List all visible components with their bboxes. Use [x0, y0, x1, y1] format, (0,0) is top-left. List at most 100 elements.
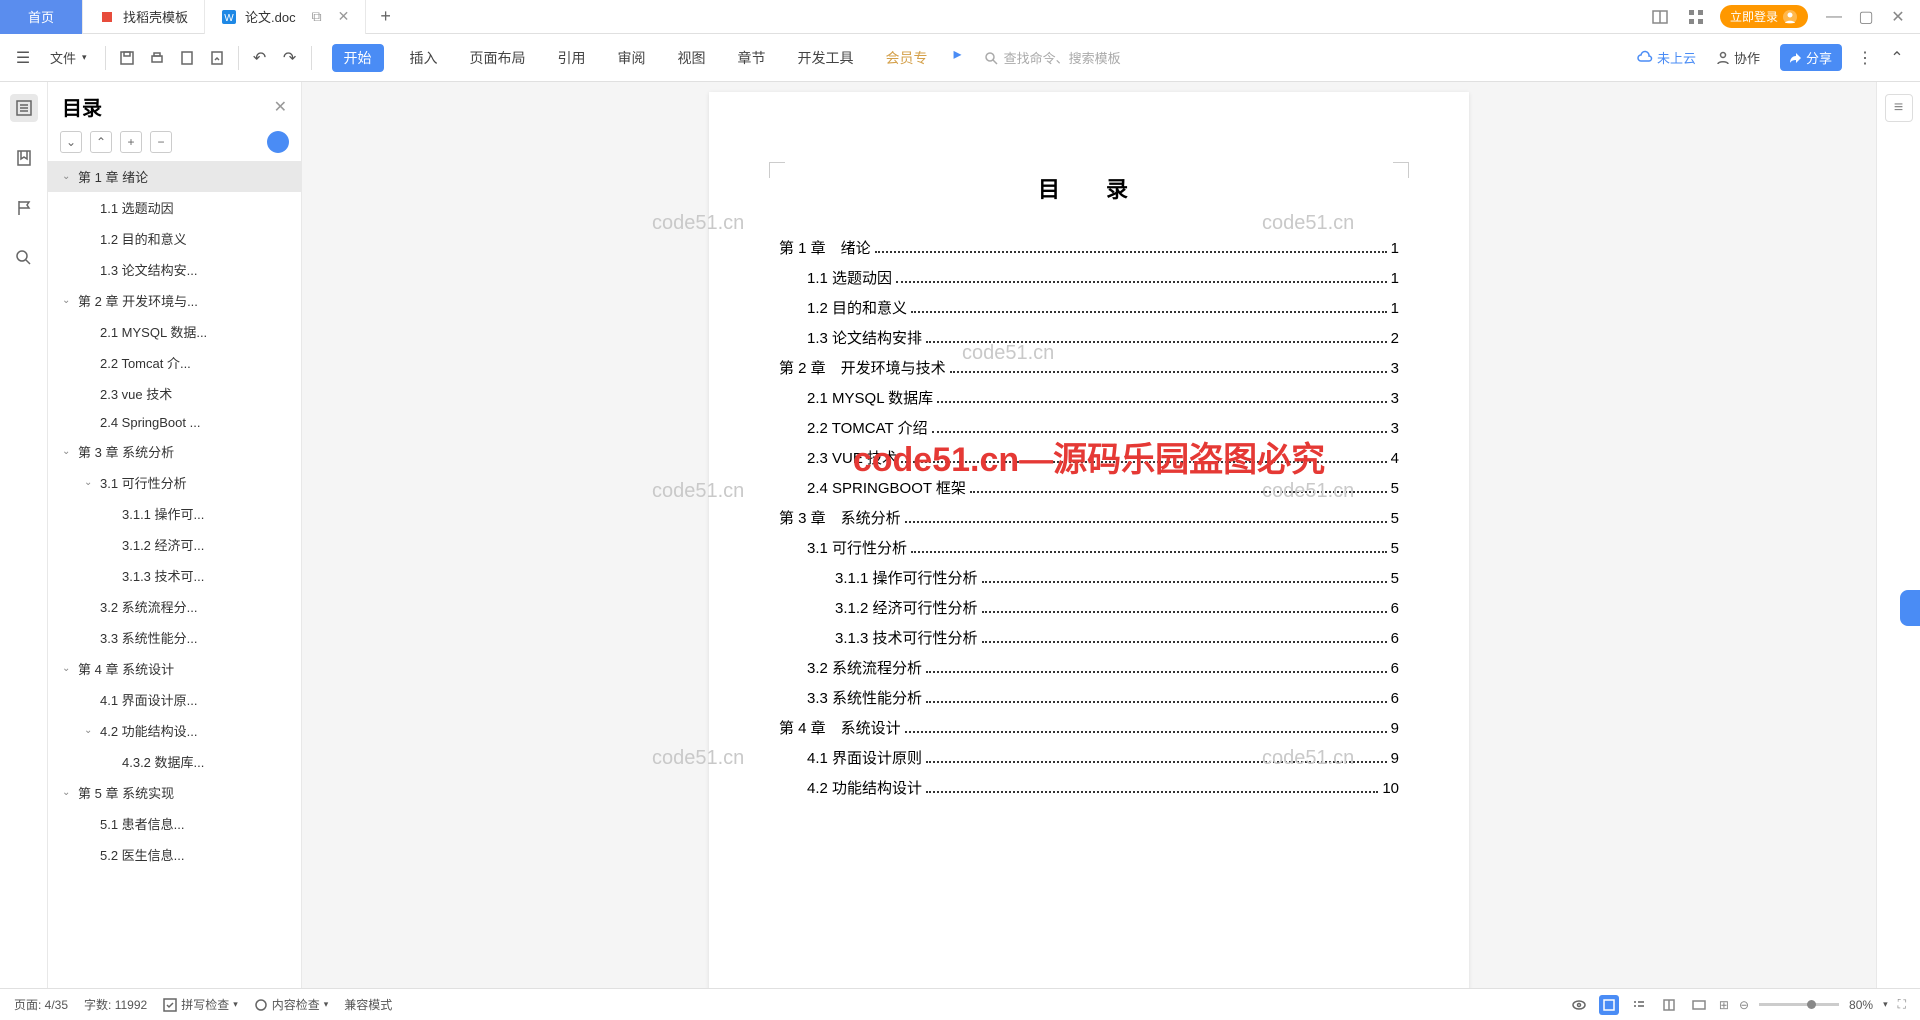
webview-icon[interactable]: [1689, 995, 1709, 1015]
export-icon[interactable]: [208, 49, 226, 67]
word-count[interactable]: 字数: 11992: [84, 996, 147, 1013]
toc-line: 3.2 系统流程分析6: [779, 654, 1399, 684]
login-button[interactable]: 立即登录: [1720, 5, 1808, 28]
tab-chapter[interactable]: 章节: [732, 44, 772, 72]
toc-dots: [970, 491, 1387, 493]
file-menu[interactable]: 文件▾: [44, 44, 93, 71]
outline-item[interactable]: 1.1 选题动因: [48, 192, 301, 223]
outline-item[interactable]: ⌄3.1 可行性分析: [48, 467, 301, 498]
share-button[interactable]: 分享: [1780, 44, 1842, 71]
outline-item[interactable]: ⌄第 1 章 绪论: [48, 161, 301, 192]
search-rail-icon[interactable]: [10, 244, 38, 272]
add-item-icon[interactable]: +: [120, 131, 142, 153]
outline-item[interactable]: 4.1 界面设计原...: [48, 684, 301, 715]
chevron-down-icon[interactable]: ⌄: [62, 171, 74, 182]
tab-home[interactable]: 首页: [0, 0, 83, 34]
collab-button[interactable]: 协作: [1710, 44, 1766, 71]
outline-item[interactable]: 3.1.1 操作可...: [48, 498, 301, 529]
sync-icon[interactable]: [267, 131, 289, 153]
preview-icon[interactable]: [178, 49, 196, 67]
popout-icon[interactable]: ⧉: [312, 8, 322, 25]
outline-item[interactable]: 3.2 系统流程分...: [48, 591, 301, 622]
chevron-down-icon[interactable]: ⌄: [84, 725, 96, 736]
more-icon[interactable]: ▸: [954, 44, 962, 72]
outline-item[interactable]: 4.3.2 数据库...: [48, 746, 301, 777]
fullscreen-icon[interactable]: ⛶: [1898, 997, 1906, 1012]
chevron-down-icon[interactable]: ⌄: [62, 663, 74, 674]
settings-icon[interactable]: ≡: [1885, 94, 1913, 122]
tab-document[interactable]: W 论文.doc ⧉ ✕: [205, 0, 366, 34]
zoom-out-icon[interactable]: ⊖: [1739, 998, 1749, 1012]
window-close-icon[interactable]: ✕: [1884, 3, 1912, 31]
share-label: 分享: [1806, 48, 1832, 67]
print-icon[interactable]: [148, 49, 166, 67]
contentcheck-button[interactable]: 内容检查 ▾: [254, 996, 329, 1013]
outline-item[interactable]: ⌄第 2 章 开发环境与...: [48, 285, 301, 316]
search-input[interactable]: 查找命令、搜索模板: [984, 48, 1121, 67]
tab-review[interactable]: 审阅: [612, 44, 652, 72]
close-icon[interactable]: ✕: [338, 8, 350, 25]
outline-item[interactable]: ⌄4.2 功能结构设...: [48, 715, 301, 746]
eye-icon[interactable]: [1569, 995, 1589, 1015]
redo-icon[interactable]: ↷: [281, 49, 299, 67]
zoom-value[interactable]: 80%: [1849, 998, 1873, 1012]
outline-item[interactable]: ⌄第 5 章 系统实现: [48, 777, 301, 808]
spellcheck-button[interactable]: 拼写检查 ▾: [163, 996, 238, 1013]
zoom-slider[interactable]: [1759, 1003, 1839, 1006]
tab-layout[interactable]: 页面布局: [464, 44, 532, 72]
outline-item[interactable]: 3.1.2 经济可...: [48, 529, 301, 560]
tab-template[interactable]: 找稻壳模板: [83, 0, 205, 34]
tab-insert[interactable]: 插入: [404, 44, 444, 72]
collapse-icon[interactable]: ⌃: [1888, 49, 1906, 67]
outlineview-icon[interactable]: [1629, 995, 1649, 1015]
cloud-button[interactable]: 未上云: [1637, 48, 1696, 67]
side-tab[interactable]: [1900, 590, 1920, 626]
apps-icon[interactable]: [1684, 5, 1708, 29]
toc-page: 4: [1391, 444, 1399, 474]
undo-icon[interactable]: ↶: [251, 49, 269, 67]
chevron-down-icon[interactable]: ⌄: [62, 446, 74, 457]
tab-start[interactable]: 开始: [332, 44, 384, 72]
chevron-down-icon[interactable]: ⌄: [62, 787, 74, 798]
document-area[interactable]: 目 录 第 1 章 绪论11.1 选题动因11.2 目的和意义11.3 论文结构…: [302, 82, 1876, 988]
bookmark-rail-icon[interactable]: [10, 144, 38, 172]
tab-vip[interactable]: 会员专: [880, 44, 934, 72]
page-indicator[interactable]: 页面: 4/35: [14, 996, 68, 1013]
more-icon[interactable]: ⋮: [1856, 49, 1874, 67]
expand-all-icon[interactable]: ⌃: [90, 131, 112, 153]
flag-rail-icon[interactable]: [10, 194, 38, 222]
outline-item[interactable]: 5.2 医生信息...: [48, 839, 301, 870]
minimize-icon[interactable]: —: [1820, 3, 1848, 31]
outline-item[interactable]: 1.3 论文结构安...: [48, 254, 301, 285]
tab-add[interactable]: +: [366, 6, 405, 27]
layout-icon[interactable]: [1648, 5, 1672, 29]
remove-item-icon[interactable]: −: [150, 131, 172, 153]
tab-devtools[interactable]: 开发工具: [792, 44, 860, 72]
tab-reference[interactable]: 引用: [552, 44, 592, 72]
tab-view[interactable]: 视图: [672, 44, 712, 72]
chevron-down-icon[interactable]: ⌄: [84, 477, 96, 488]
outline-item[interactable]: 2.2 Tomcat 介...: [48, 347, 301, 378]
chevron-down-icon[interactable]: ⌄: [62, 295, 74, 306]
outline-item[interactable]: 2.1 MYSQL 数据...: [48, 316, 301, 347]
grid-icon[interactable]: ⊞: [1719, 998, 1729, 1012]
outline-item[interactable]: 5.1 患者信息...: [48, 808, 301, 839]
outline-item[interactable]: 2.3 vue 技术: [48, 378, 301, 409]
outline-item[interactable]: 1.2 目的和意义: [48, 223, 301, 254]
maximize-icon[interactable]: ▢: [1852, 3, 1880, 31]
outline-rail-icon[interactable]: [10, 94, 38, 122]
outline-item[interactable]: ⌄第 3 章 系统分析: [48, 436, 301, 467]
pageview-icon[interactable]: [1599, 995, 1619, 1015]
zoom-dropdown-icon[interactable]: ▾: [1883, 999, 1888, 1010]
outline-close-icon[interactable]: ✕: [274, 97, 287, 117]
outline-item[interactable]: 3.1.3 技术可...: [48, 560, 301, 591]
outline-item[interactable]: 2.4 SpringBoot ...: [48, 409, 301, 436]
toc-page: 1: [1391, 294, 1399, 324]
outline-item[interactable]: 3.3 系统性能分...: [48, 622, 301, 653]
outline-item[interactable]: ⌄第 4 章 系统设计: [48, 653, 301, 684]
collapse-all-icon[interactable]: ⌄: [60, 131, 82, 153]
menu-icon[interactable]: ☰: [14, 49, 32, 67]
save-icon[interactable]: [118, 49, 136, 67]
readview-icon[interactable]: [1659, 995, 1679, 1015]
margin-corner: [1393, 162, 1409, 178]
